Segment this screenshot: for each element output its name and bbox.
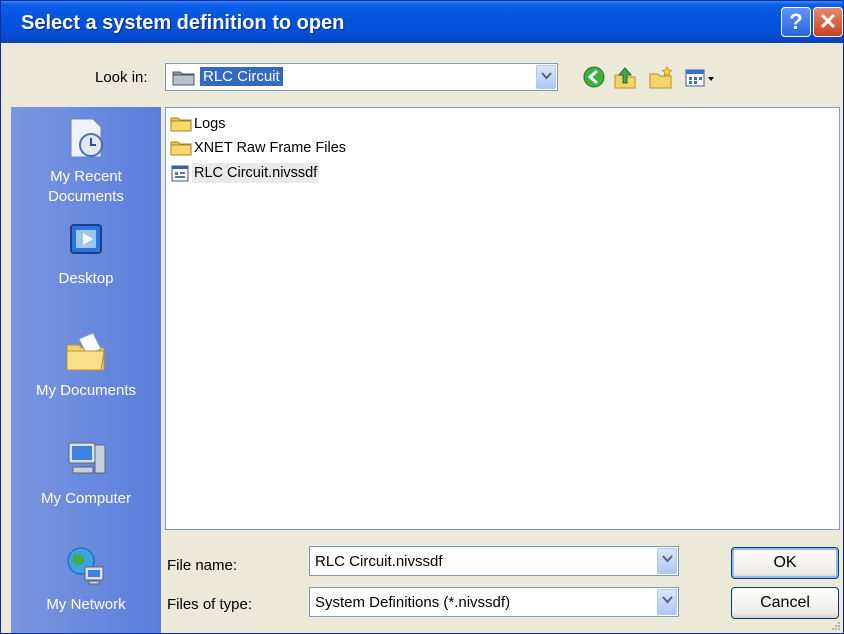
filename-dropdown-button[interactable] xyxy=(657,548,677,574)
folder-icon xyxy=(170,117,192,132)
recent-documents-icon xyxy=(70,118,103,158)
place-recent-documents[interactable]: My Recent Documents xyxy=(11,115,161,207)
up-folder-icon xyxy=(614,67,636,89)
filename-label: File name: xyxy=(167,557,238,574)
filename-value: RLC Circuit.nivssdf xyxy=(315,553,443,570)
dialog-title: Select a system definition to open xyxy=(21,12,345,34)
title-bar[interactable]: Select a system definition to open ? ✕ xyxy=(1,1,843,43)
place-label: My Recent Documents xyxy=(48,168,124,205)
chevron-down-icon xyxy=(662,596,673,604)
place-label: My Documents xyxy=(35,382,137,399)
back-icon xyxy=(583,66,605,88)
my-network-icon xyxy=(67,547,104,585)
filetype-value: System Definitions (*.nivssdf) xyxy=(315,594,511,611)
place-my-network[interactable]: My Network xyxy=(11,543,161,615)
view-menu-icon xyxy=(685,69,714,87)
new-folder-icon xyxy=(649,66,673,89)
places-bar: My Recent Documents Desktop My Documents xyxy=(11,107,161,633)
folder-icon xyxy=(172,71,195,86)
lookin-label: Look in: xyxy=(95,69,148,86)
open-dialog: Select a system definition to open ? ✕ L… xyxy=(0,0,844,634)
filetype-select[interactable]: System Definitions (*.nivssdf) xyxy=(309,587,679,617)
place-label: Desktop xyxy=(58,270,114,287)
filetype-dropdown-button[interactable] xyxy=(657,589,677,615)
place-label: My Computer xyxy=(40,490,132,507)
system-definition-file-icon xyxy=(171,165,189,182)
file-name: RLC Circuit.nivssdf xyxy=(192,163,320,183)
lookin-dropdown-button[interactable] xyxy=(536,65,556,89)
place-my-documents[interactable]: My Documents xyxy=(11,329,161,401)
chevron-down-icon xyxy=(662,555,673,563)
file-name: XNET Raw Frame Files xyxy=(194,140,347,156)
up-folder-button[interactable] xyxy=(613,65,639,91)
desktop-icon xyxy=(70,224,102,254)
my-documents-icon xyxy=(66,332,105,371)
file-name: Logs xyxy=(194,116,226,132)
help-button[interactable]: ? xyxy=(781,7,811,37)
folder-icon xyxy=(170,141,192,156)
filename-input[interactable]: RLC Circuit.nivssdf xyxy=(309,546,679,576)
lookin-value: RLC Circuit xyxy=(200,67,283,86)
file-list[interactable]: Logs XNET Raw Frame Files RLC Circuit.ni… xyxy=(165,107,840,530)
new-folder-button[interactable] xyxy=(648,65,674,91)
filetype-label: Files of type: xyxy=(167,596,253,613)
close-button[interactable]: ✕ xyxy=(813,7,843,37)
lookin-combo[interactable]: RLC Circuit xyxy=(165,63,558,91)
resize-grip-icon[interactable] xyxy=(829,619,841,631)
place-my-computer[interactable]: My Computer xyxy=(11,437,161,509)
cancel-button[interactable]: Cancel xyxy=(731,587,839,619)
back-button[interactable] xyxy=(582,65,608,91)
my-computer-icon xyxy=(68,442,106,474)
place-desktop[interactable]: Desktop xyxy=(11,219,161,289)
view-menu-button[interactable] xyxy=(684,65,718,91)
chevron-down-icon xyxy=(541,72,552,80)
place-label: My Network xyxy=(46,596,126,613)
ok-button[interactable]: OK xyxy=(731,547,839,579)
